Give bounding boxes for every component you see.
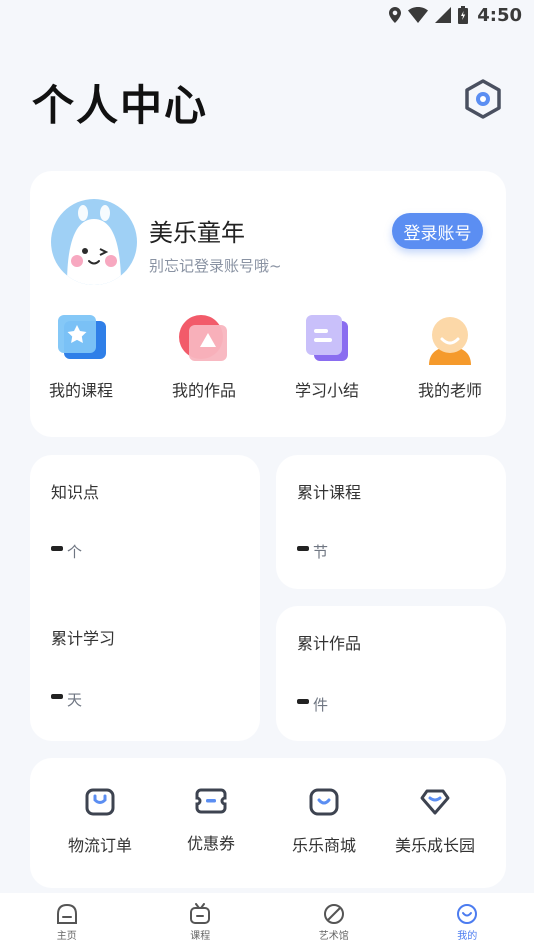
growth-garden-label: 美乐成长园 xyxy=(394,836,475,855)
growth-garden-button[interactable]: 美乐成长园 xyxy=(375,788,495,868)
stat-study-days-value: 天 xyxy=(51,689,82,710)
tv-icon xyxy=(190,903,211,924)
avatar[interactable] xyxy=(51,199,137,285)
settings-button[interactable] xyxy=(462,78,504,120)
bottom-tab-bar: 主页 课程 艺术馆 我的 xyxy=(0,893,534,950)
my-courses-button[interactable]: 我的课程 xyxy=(26,313,136,403)
leaf-icon xyxy=(323,904,344,924)
services-card: 物流订单 优惠券 乐乐商城 美乐成长园 xyxy=(30,758,506,888)
my-teacher-button[interactable]: 我的老师 xyxy=(395,313,505,403)
page-title: 个人中心 xyxy=(32,81,209,130)
home-icon xyxy=(56,903,77,924)
signal-icon xyxy=(435,7,452,23)
user-subtitle: 别忘记登录账号哦~ xyxy=(149,257,282,275)
stat-works-value: 件 xyxy=(297,694,328,715)
quick-actions: 我的课程 我的作品 学习小结 我的老师 xyxy=(30,313,506,403)
shop-icon xyxy=(309,788,339,816)
settings-hexagon-icon xyxy=(465,79,501,119)
stat-knowledge-unit: 个 xyxy=(67,543,83,561)
my-works-label: 我的作品 xyxy=(171,381,236,400)
stat-courses-value: 节 xyxy=(297,541,328,562)
stat-knowledge-title: 知识点 xyxy=(51,483,100,502)
tab-art-museum[interactable]: 艺术馆 xyxy=(267,893,401,950)
study-summary-label: 学习小结 xyxy=(294,381,359,400)
my-works-button[interactable]: 我的作品 xyxy=(149,313,259,403)
stats-card-works: 累计作品 件 xyxy=(276,606,506,741)
stats-card-left: 知识点 个 累计学习 天 xyxy=(30,455,260,741)
wifi-icon xyxy=(408,7,429,23)
star-course-icon xyxy=(54,313,108,367)
tab-art-museum-label: 艺术馆 xyxy=(318,931,349,942)
tab-mine-label: 我的 xyxy=(457,931,478,942)
empty-value-dash xyxy=(51,694,63,699)
location-icon xyxy=(389,7,402,23)
battery-icon xyxy=(458,6,469,24)
mascot-icon xyxy=(67,205,121,285)
empty-value-dash xyxy=(51,546,63,551)
stat-works-unit: 件 xyxy=(313,696,329,714)
tab-mine[interactable]: 我的 xyxy=(401,893,534,950)
my-courses-label: 我的课程 xyxy=(48,381,113,400)
tab-home-label: 主页 xyxy=(56,931,77,942)
empty-value-dash xyxy=(297,699,309,704)
smile-icon xyxy=(457,904,478,924)
stat-knowledge-value: 个 xyxy=(51,541,82,562)
stats-card-courses: 累计课程 节 xyxy=(276,455,506,589)
stat-courses-unit: 节 xyxy=(313,543,329,561)
tab-courses-label: 课程 xyxy=(190,931,211,942)
stat-works-title: 累计作品 xyxy=(297,634,362,653)
stat-study-days-unit: 天 xyxy=(67,691,83,709)
profile-card: 美乐童年 别忘记登录账号哦~ 登录账号 我的课程 我的作品 学习小结 我的老师 xyxy=(30,171,506,437)
diamond-icon xyxy=(420,789,450,815)
bag-icon xyxy=(85,788,115,816)
status-time: 4:50 xyxy=(477,4,522,26)
lele-mall-button[interactable]: 乐乐商城 xyxy=(264,788,384,868)
tab-courses[interactable]: 课程 xyxy=(134,893,268,950)
user-name: 美乐童年 xyxy=(149,219,245,247)
logistics-orders-label: 物流订单 xyxy=(67,836,132,855)
coupons-button[interactable]: 优惠券 xyxy=(151,788,271,868)
coupon-icon xyxy=(195,788,227,814)
study-summary-button[interactable]: 学习小结 xyxy=(272,313,382,403)
teacher-face-icon xyxy=(423,313,477,367)
logistics-orders-button[interactable]: 物流订单 xyxy=(40,788,160,868)
status-bar: 4:50 xyxy=(0,0,534,30)
lele-mall-label: 乐乐商城 xyxy=(291,836,356,855)
coupons-label: 优惠券 xyxy=(186,834,235,853)
notes-summary-icon xyxy=(300,313,354,367)
login-button[interactable]: 登录账号 xyxy=(392,213,483,249)
stat-courses-title: 累计课程 xyxy=(297,483,362,502)
triangle-works-icon xyxy=(177,313,231,367)
empty-value-dash xyxy=(297,546,309,551)
tab-home[interactable]: 主页 xyxy=(0,893,134,950)
my-teacher-label: 我的老师 xyxy=(417,381,482,400)
stat-study-days-title: 累计学习 xyxy=(51,629,116,648)
